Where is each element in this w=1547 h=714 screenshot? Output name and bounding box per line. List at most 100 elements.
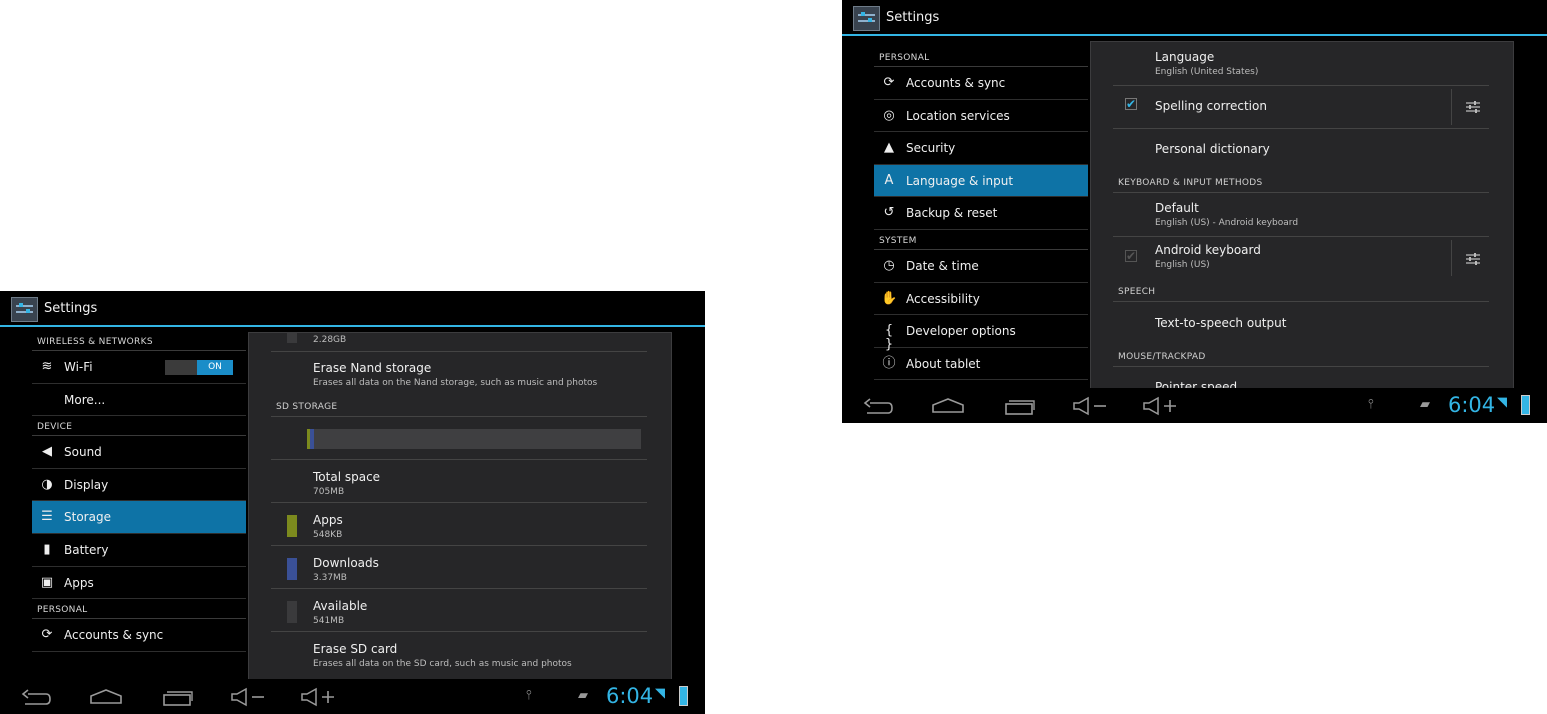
sidebar-item-sound[interactable]: ◀ Sound	[32, 436, 246, 469]
battery-icon: ▮	[43, 541, 51, 557]
sidebar-item-storage[interactable]: ☰ Storage	[32, 501, 246, 534]
usb-icon: ⫯	[526, 688, 532, 703]
sync-icon: ⟳	[883, 75, 895, 90]
language-subtitle: English (United States)	[1155, 67, 1259, 77]
info-icon: ⓘ	[882, 355, 896, 371]
sidebar-item-label: Apps	[64, 575, 94, 590]
braces-icon: { }	[884, 323, 894, 353]
usage-bar-downloads	[310, 429, 314, 449]
downloads-usage-title: Downloads	[313, 556, 379, 570]
sidebar-item-label: Backup & reset	[906, 206, 998, 221]
sidebar-item-display[interactable]: ◑ Display	[32, 469, 246, 502]
spelling-checkbox[interactable]: ✔	[1125, 98, 1137, 110]
sidebar-item-label: About tablet	[906, 356, 981, 371]
wifi-toggle-state: ON	[197, 360, 233, 375]
apps-usage-value: 548KB	[313, 530, 343, 540]
language-detail-panel: Language English (United States) ✔ Spell…	[1090, 41, 1514, 389]
settings-app-icon[interactable]	[853, 6, 880, 31]
sd-storage-header: SD STORAGE	[276, 402, 338, 412]
sidebar-item-wi-fi[interactable]: ≋ Wi-Fi ON	[32, 351, 246, 384]
sidebar-item-about-tablet[interactable]: ⓘ About tablet	[874, 348, 1088, 381]
sidebar-item-language-input[interactable]: A Language & input	[874, 164, 1088, 198]
language-title: Language	[1155, 50, 1215, 64]
total-space-value: 705MB	[313, 487, 345, 497]
text-to-speech-row[interactable]: Text-to-speech output	[1155, 316, 1286, 330]
sidebar-item-apps[interactable]: ▣ Apps	[32, 567, 246, 600]
downloads-legend-swatch	[287, 558, 297, 580]
erase-sd-subtitle: Erases all data on the SD card, such as …	[313, 659, 572, 669]
settings-sidebar: PERSONAL ⟳ Accounts & sync ◎ Location servic…	[874, 47, 1088, 381]
wifi-signal-icon: ◥	[1497, 395, 1507, 410]
android-keyboard-checkbox[interactable]: ✔	[1125, 250, 1137, 262]
sidebar-item-security[interactable]: ▲ Security	[874, 132, 1088, 165]
battery-charging-icon	[1521, 395, 1530, 415]
wifi-icon: ≋	[41, 359, 53, 374]
lock-icon: ▲	[884, 140, 894, 156]
language-icon: A	[884, 172, 894, 188]
home-icon[interactable]	[89, 687, 123, 707]
volume-up-icon[interactable]	[300, 687, 336, 707]
sidebar-header: SYSTEM	[874, 230, 1088, 250]
recent-apps-icon[interactable]	[1004, 396, 1036, 416]
sidebar-item-label: Wi-Fi	[64, 360, 93, 374]
brightness-icon: ◑	[41, 476, 53, 492]
sidebar-item-battery[interactable]: ▮ Battery	[32, 534, 246, 567]
wifi-toggle[interactable]: ON	[165, 360, 233, 375]
default-keyboard-subtitle: English (US) - Android keyboard	[1155, 218, 1299, 228]
action-bar: Settings	[0, 291, 705, 327]
storage-icon: ☰	[41, 509, 53, 525]
apps-legend-swatch	[287, 515, 297, 537]
back-icon[interactable]	[862, 396, 894, 416]
sidebar-item-date-time[interactable]: ◷ Date & time	[874, 250, 1088, 283]
home-icon[interactable]	[931, 396, 965, 416]
recent-apps-icon[interactable]	[162, 687, 194, 707]
sidebar-item-backup-reset[interactable]: ↺ Backup & reset	[874, 197, 1088, 230]
available-usage-value: 541MB	[313, 616, 345, 626]
speech-header: SPEECH	[1118, 287, 1156, 297]
available-usage-title: Available	[313, 599, 368, 613]
action-bar-title: Settings	[44, 301, 98, 316]
sidebar-item-label: Accessibility	[906, 291, 980, 306]
android-keyboard-settings-icon[interactable]	[1465, 251, 1481, 267]
sidebar-item-developer-options[interactable]: { } Developer options	[874, 315, 1088, 353]
sidebar-item-label: Accounts & sync	[906, 76, 1006, 90]
erase-sd-title: Erase SD card	[313, 642, 398, 656]
sidebar-item-accounts-sync[interactable]: ⟳ Accounts & sync	[874, 67, 1088, 100]
default-keyboard-title: Default	[1155, 201, 1199, 215]
sidebar-item-more[interactable]: More...	[32, 384, 246, 417]
sidebar-item-accessibility[interactable]: ✋ Accessibility	[874, 283, 1088, 316]
volume-down-icon[interactable]	[1072, 396, 1108, 416]
storage-screenshot: Settings WIRELESS & NETWORKS ≋ Wi-Fi ON More…	[0, 291, 705, 714]
sidebar-item-label: Accounts & sync	[64, 628, 164, 643]
sidebar-item-label: Developer options	[906, 324, 1016, 339]
volume-up-icon[interactable]	[1142, 396, 1178, 416]
sidebar-item-location-services[interactable]: ◎ Location services	[874, 100, 1088, 133]
sidebar-item-label: Display	[64, 477, 109, 492]
volume-down-icon[interactable]	[230, 687, 266, 707]
sync-icon: ⟳	[41, 627, 53, 643]
erase-nand-title: Erase Nand storage	[313, 361, 432, 375]
spelling-settings-icon[interactable]	[1465, 99, 1481, 115]
personal-dictionary-row[interactable]: Personal dictionary	[1155, 142, 1270, 156]
erase-nand-subtitle: Erases all data on the Nand storage, suc…	[313, 378, 598, 388]
apps-usage-title: Apps	[313, 513, 343, 527]
usb-icon: ⫯	[1368, 397, 1374, 412]
keyboard-methods-header: KEYBOARD & INPUT METHODS	[1118, 178, 1263, 188]
action-bar: Settings	[842, 0, 1547, 36]
clock-icon: ◷	[883, 257, 895, 273]
sidebar-item-label: Date & time	[906, 258, 979, 273]
sidebar-header: DEVICE	[32, 416, 246, 437]
settings-app-icon[interactable]	[11, 297, 38, 322]
volume-icon: ◀	[42, 444, 52, 460]
sidebar-item-label: Location services	[906, 108, 1010, 123]
sidebar-item-label: Language & input	[906, 173, 1014, 188]
available-legend-swatch	[287, 601, 297, 623]
android-keyboard-subtitle: English (US)	[1155, 260, 1210, 270]
sidebar-header: WIRELESS & NETWORKS	[32, 331, 246, 351]
action-bar-title: Settings	[886, 10, 940, 25]
apps-icon: ▣	[40, 574, 54, 590]
android-keyboard-title: Android keyboard	[1155, 243, 1261, 257]
back-icon[interactable]	[20, 687, 52, 707]
sidebar-item-accounts-sync[interactable]: ⟳ Accounts & sync	[32, 619, 246, 652]
storage-detail-panel: 2.28GB Erase Nand storage Erases all dat…	[248, 332, 672, 680]
